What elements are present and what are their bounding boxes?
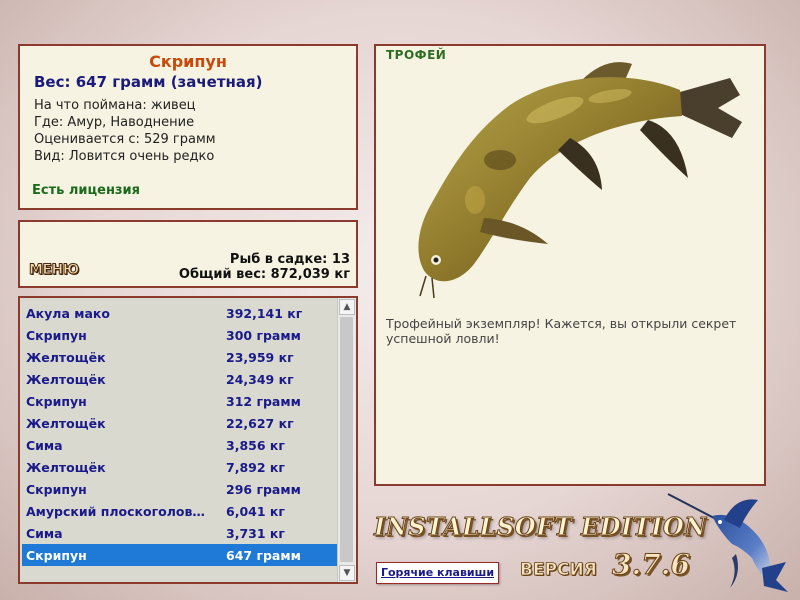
catch-item-name: Скрипун xyxy=(26,482,87,497)
valuation-info: Оценивается с: 529 грамм xyxy=(34,132,216,147)
scroll-down-arrow-icon[interactable]: ▼ xyxy=(339,565,355,581)
scrollbar-thumb[interactable] xyxy=(340,317,353,562)
license-status: Есть лицензия xyxy=(32,183,140,198)
catch-list-item[interactable]: Скрипун 312 грамм xyxy=(22,390,340,412)
catch-list-rows: Акула мако 392,141 кг Скрипун 300 грамм Желт… xyxy=(22,302,340,566)
hotkeys-button[interactable]: Горячие клавиши xyxy=(376,562,499,584)
catch-item-name: Желтощёк xyxy=(26,350,106,365)
bait-info: На что поймана: живец xyxy=(34,98,196,113)
catfish-trophy-image xyxy=(418,62,742,299)
marlin-logo xyxy=(667,493,788,592)
total-weight: Общий вес: 872,039 кг xyxy=(178,267,350,282)
catch-item-name: Сима xyxy=(26,526,63,541)
trophy-message: Трофейный экземпляр! Кажется, вы открыли… xyxy=(386,316,737,346)
catch-item-weight: 24,349 кг xyxy=(226,372,294,387)
fish-count: Рыб в садке: 13 xyxy=(229,252,350,267)
catch-list: Акула мако 392,141 кг Скрипун 300 грамм Желт… xyxy=(18,296,358,584)
location-info: Где: Амур, Наводнение xyxy=(34,115,195,130)
catch-list-item[interactable]: Сима 3,731 кг xyxy=(22,522,340,544)
catch-item-name: Желтощёк xyxy=(26,460,106,475)
catch-list-item[interactable]: Желтощёк 24,349 кг xyxy=(22,368,340,390)
catch-item-weight: 22,627 кг xyxy=(226,416,294,431)
rarity-info: Вид: Ловится очень редко xyxy=(34,149,215,164)
catch-item-weight: 300 грамм xyxy=(226,328,301,343)
menu-button[interactable]: МЕНЮ xyxy=(29,262,80,279)
fish-name: Скрипун xyxy=(149,52,227,71)
catch-list-item[interactable]: Скрипун 647 грамм xyxy=(22,544,340,566)
catch-item-name: Амурский плоскоголов… xyxy=(26,504,205,519)
fish-weight: Вес: 647 грамм (зачетная) xyxy=(34,73,263,91)
catch-list-item[interactable]: Скрипун 296 грамм xyxy=(22,478,340,500)
catch-list-item[interactable]: Скрипун 300 грамм xyxy=(22,324,340,346)
catch-item-weight: 392,141 кг xyxy=(226,306,303,321)
catch-item-name: Желтощёк xyxy=(26,372,106,387)
catch-list-item[interactable]: Желтощёк 7,892 кг xyxy=(22,456,340,478)
catch-item-weight: 7,892 кг xyxy=(226,460,285,475)
catch-list-item[interactable]: Желтощёк 22,627 кг xyxy=(22,412,340,434)
catch-list-item[interactable]: Желтощёк 23,959 кг xyxy=(22,346,340,368)
catch-item-weight: 6,041 кг xyxy=(226,504,285,519)
catch-item-weight: 3,731 кг xyxy=(226,526,285,541)
version-label: ВЕРСИЯ xyxy=(520,560,598,581)
edition-logo-text: INSTALLSOFT EDITION xyxy=(374,512,707,542)
catch-item-weight: 23,959 кг xyxy=(226,350,294,365)
catch-item-weight: 312 грамм xyxy=(226,394,301,409)
catch-list-item[interactable]: Сима 3,856 кг xyxy=(22,434,340,456)
catch-item-weight: 296 грамм xyxy=(226,482,301,497)
scroll-up-arrow-icon[interactable]: ▲ xyxy=(339,299,355,315)
catch-item-name: Скрипун xyxy=(26,548,87,563)
catch-item-name: Желтощёк xyxy=(26,416,106,431)
catch-list-item[interactable]: Акула мако 392,141 кг xyxy=(22,302,340,324)
catch-summary-panel: МЕНЮ Рыб в садке: 13 Общий вес: 872,039 … xyxy=(18,220,358,288)
catch-item-name: Сима xyxy=(26,438,63,453)
catch-item-name: Акула мако xyxy=(26,306,110,321)
trophy-panel: ТРОФЕЙ Трофейный экземпляр! Кажется, вы … xyxy=(374,44,766,486)
list-scrollbar[interactable]: ▲ ▼ xyxy=(337,298,356,582)
catch-item-weight: 3,856 кг xyxy=(226,438,285,453)
trophy-label: ТРОФЕЙ xyxy=(386,48,447,62)
catch-item-weight: 647 грамм xyxy=(226,548,301,563)
fish-info-panel: Скрипун Вес: 647 грамм (зачетная) На что… xyxy=(18,44,358,210)
catch-item-name: Скрипун xyxy=(26,394,87,409)
catch-item-name: Скрипун xyxy=(26,328,87,343)
catch-list-item[interactable]: Амурский плоскоголов… 6,041 кг xyxy=(22,500,340,522)
